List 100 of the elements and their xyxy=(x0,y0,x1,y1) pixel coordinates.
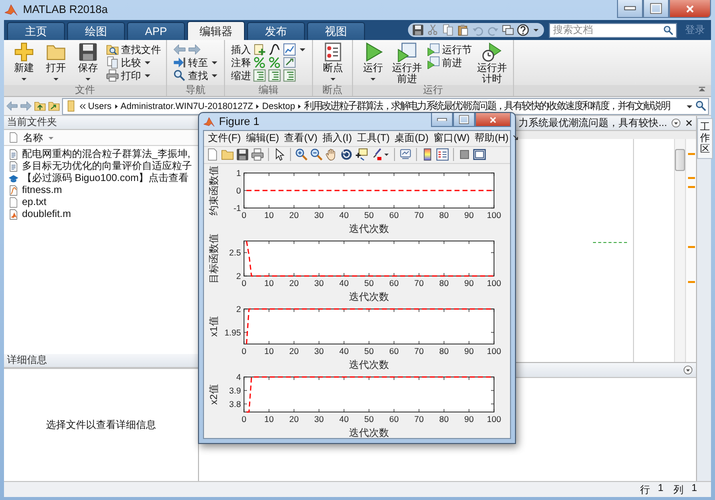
ribbon-button[interactable]: 运行并前进 xyxy=(391,42,423,85)
ribbon-button[interactable]: 查找文件 xyxy=(106,43,161,56)
ribbon-button[interactable]: 保存 xyxy=(74,42,102,83)
percent-icon xyxy=(268,56,281,69)
toolbar-button[interactable] xyxy=(295,148,308,162)
tick-label: 0 xyxy=(242,210,246,220)
magnifier-icon xyxy=(695,100,707,112)
close-icon xyxy=(488,114,498,124)
ribbon-button[interactable]: 运行节 xyxy=(427,43,472,56)
toolbar-button[interactable] xyxy=(473,148,486,162)
menu-item[interactable]: 编辑(E) xyxy=(244,131,282,146)
menu-item[interactable]: 工具(T) xyxy=(354,131,392,146)
ribbon-button[interactable]: 缩进 xyxy=(231,69,307,82)
tick-label: 70 xyxy=(414,210,424,220)
toolbar-button[interactable] xyxy=(340,148,353,162)
ribbon-tab[interactable]: 视图 xyxy=(307,22,365,40)
close-button[interactable] xyxy=(669,0,711,18)
ribbon-button[interactable]: 打开 xyxy=(42,42,70,83)
graduation-cap-icon xyxy=(8,172,19,184)
menu-item[interactable]: 窗口(W) xyxy=(432,131,472,146)
documents-icon xyxy=(106,56,119,69)
printer-icon xyxy=(251,148,264,162)
ribbon-button[interactable]: 比较 xyxy=(106,56,161,69)
matlab-icon xyxy=(4,3,18,17)
ribbon-tab[interactable]: 绘图 xyxy=(67,22,125,40)
minimize-button[interactable] xyxy=(431,113,453,127)
document-icon xyxy=(206,148,219,162)
play-document-icon xyxy=(427,43,440,56)
caret-icon xyxy=(532,26,540,34)
status-value: 1 xyxy=(691,482,697,496)
file-item[interactable]: fitness.m xyxy=(4,184,198,196)
tick-label: 70 xyxy=(414,278,424,288)
indent-lines-icon xyxy=(253,69,266,82)
menu-item[interactable]: 帮助(H) xyxy=(472,131,511,146)
ribbon-button[interactable]: 新建 xyxy=(10,42,38,83)
toolbar-button[interactable] xyxy=(355,148,368,162)
ribbon-tab[interactable]: APP xyxy=(127,22,185,40)
tick-label: 4 xyxy=(236,372,241,382)
menu-item[interactable]: 桌面(D) xyxy=(392,131,431,146)
ribbon-button[interactable]: 打印 xyxy=(106,69,161,82)
ribbon-button[interactable]: 注释 xyxy=(231,56,307,69)
ribbon-button[interactable]: 运行并计时 xyxy=(476,42,508,85)
toolbar-button[interactable] xyxy=(421,148,434,162)
ribbon-button[interactable]: 断点 xyxy=(319,42,347,83)
file-item[interactable]: 【必过源码 Biguo100.com】点击查看 xyxy=(4,172,198,184)
tick-label: 2 xyxy=(236,304,241,314)
scrollbar[interactable] xyxy=(674,139,685,362)
column-title[interactable]: 名称 xyxy=(23,130,43,144)
toolbar-button[interactable] xyxy=(236,148,249,162)
ribbon-button[interactable]: 运行 xyxy=(359,42,387,83)
percent-icon xyxy=(253,56,266,69)
file-item[interactable]: ep.txt xyxy=(4,196,198,208)
breadcrumb[interactable]: Users xyxy=(88,101,112,111)
maximize-button[interactable] xyxy=(453,113,475,127)
file-item[interactable]: 配电网重构的混合粒子群算法_李振坤, xyxy=(4,148,198,160)
document-icon xyxy=(8,196,19,208)
close-button[interactable] xyxy=(475,113,511,127)
maximize-button[interactable] xyxy=(643,0,669,18)
tick-label: 80 xyxy=(439,346,449,356)
folder-magnifier-icon xyxy=(106,43,119,56)
workspace-tab[interactable]: 工作区 xyxy=(697,118,713,159)
menu-item[interactable]: 文件(F) xyxy=(206,131,243,146)
ribbon-button[interactable]: 查找 xyxy=(173,69,219,82)
ribbon-tab[interactable]: 编辑器 xyxy=(187,21,245,40)
arrow-left-icon xyxy=(6,100,18,112)
tick-label: 50 xyxy=(364,278,374,288)
toolbar-button[interactable] xyxy=(273,148,286,162)
indent-lines-icon xyxy=(283,69,296,82)
file-item[interactable]: doublefit.m xyxy=(4,208,198,220)
tick-label: 100 xyxy=(486,278,502,288)
tick-label: 90 xyxy=(464,414,474,424)
toolbar-button[interactable] xyxy=(310,148,323,162)
chevron-icon xyxy=(112,102,120,110)
status-value: 1 xyxy=(658,482,664,496)
stopwatch-icon xyxy=(482,42,502,62)
editor-tab-title[interactable]: 力系统最优潮流问题，具有较快... xyxy=(518,116,667,130)
clipboard-icon xyxy=(457,24,469,36)
menu-item[interactable]: 查看(V) xyxy=(282,131,320,146)
ribbon-tab[interactable]: 发布 xyxy=(247,22,305,40)
ribbon-button[interactable]: 前进 xyxy=(427,56,472,69)
ribbon-button[interactable]: 插入 xyxy=(231,43,307,56)
tick-label: 40 xyxy=(339,210,349,220)
minimize-button[interactable] xyxy=(617,0,643,18)
maximize-icon xyxy=(650,3,662,14)
breadcrumb[interactable]: Administrator.WIN7U-20180127Z xyxy=(120,101,254,111)
breadcrumb[interactable]: Desktop xyxy=(262,101,296,111)
tick-label: 0 xyxy=(242,414,246,424)
folder-arrow-icon xyxy=(48,100,60,112)
status-label: 列 xyxy=(673,484,684,496)
tick-label: 3.8 xyxy=(229,398,241,409)
toolbar-button[interactable] xyxy=(436,148,449,162)
breadcrumb[interactable]: 利用改进粒子群算法，求解电力系统最优潮流问题，具有较快的收敛速度和精度，并有文献说明 xyxy=(304,99,670,113)
ribbon-button[interactable]: 转至 xyxy=(173,56,219,69)
address-field[interactable]: Users Administrator.WIN7U-20180127Z Desktop 利用改进粒子群算法，求解电力系统最优潮流问题，具有较快的收敛速度和精度，并有文献说明 xyxy=(62,98,709,114)
file-item[interactable]: 多目标无功优化的向量评价自适应粒子 xyxy=(4,160,198,172)
search-field[interactable]: 搜索文档 xyxy=(549,22,677,38)
menu-item[interactable]: 插入(I) xyxy=(320,131,354,146)
window-frame-icon xyxy=(473,148,486,162)
window-title: MATLAB R2018a xyxy=(23,4,108,16)
ribbon-tab[interactable]: 主页 xyxy=(7,22,65,40)
